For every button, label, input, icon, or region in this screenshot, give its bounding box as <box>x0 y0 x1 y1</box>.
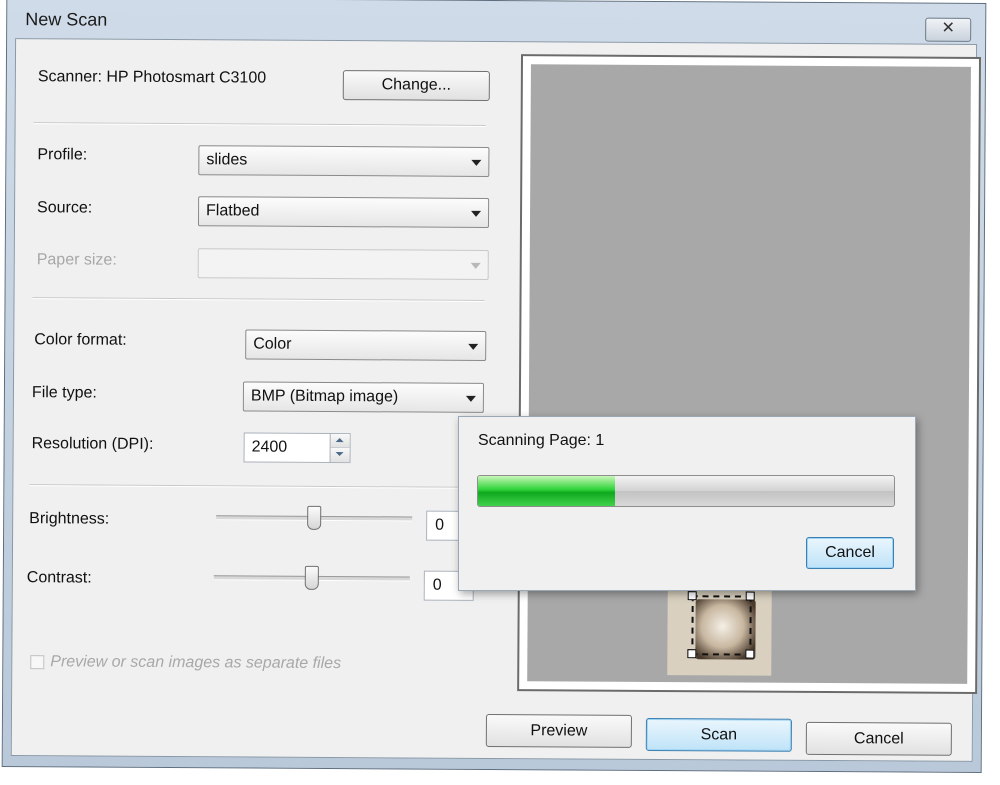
paper-size-label: Paper size: <box>36 251 117 269</box>
brightness-slider-thumb[interactable] <box>307 505 322 530</box>
resize-handle[interactable] <box>687 649 697 659</box>
resolution-label: Resolution (DPI): <box>31 435 154 453</box>
progress-cancel-button[interactable]: Cancel <box>806 537 894 569</box>
title-bar[interactable]: New Scan ✕ <box>7 0 985 44</box>
resize-handle[interactable] <box>745 591 755 601</box>
source-label: Source: <box>37 199 93 217</box>
separate-files-checkbox <box>30 655 45 670</box>
profile-dropdown[interactable]: slides <box>198 145 490 177</box>
paper-size-dropdown <box>197 248 489 280</box>
contrast-slider-thumb[interactable] <box>304 565 319 590</box>
spin-down-icon[interactable] <box>329 447 350 463</box>
resize-handle[interactable] <box>687 591 697 601</box>
chevron-down-icon <box>471 210 482 217</box>
color-format-label: Color format: <box>34 331 127 349</box>
separator <box>29 484 484 489</box>
close-icon: ✕ <box>941 19 955 37</box>
scanned-thumbnail <box>667 585 772 676</box>
preview-button[interactable]: Preview <box>485 713 632 748</box>
chevron-down-icon <box>468 343 479 350</box>
profile-value: slides <box>206 151 248 169</box>
cancel-button[interactable]: Cancel <box>805 721 952 756</box>
selection-box[interactable] <box>691 595 752 656</box>
source-value: Flatbed <box>206 202 260 220</box>
scanner-label: Scanner: HP Photosmart C3100 <box>37 68 267 87</box>
separator <box>33 122 486 127</box>
color-format-dropdown[interactable]: Color <box>245 329 487 361</box>
chevron-down-icon <box>465 395 476 402</box>
file-type-dropdown[interactable]: BMP (Bitmap image) <box>242 381 485 413</box>
resize-handle[interactable] <box>745 649 755 659</box>
dialog-body: Scanner: HP Photosmart C3100 Change... P… <box>10 38 982 762</box>
scanning-progress-dialog: Scanning Page: 1 Cancel <box>458 416 916 591</box>
resolution-spinner[interactable]: 2400 <box>243 432 351 464</box>
progress-bar-fill <box>478 476 616 506</box>
file-type-value: BMP (Bitmap image) <box>250 387 399 406</box>
scanning-status-text: Scanning Page: 1 <box>478 432 605 449</box>
change-scanner-button[interactable]: Change... <box>342 70 490 101</box>
color-format-value: Color <box>253 335 292 353</box>
new-scan-window: New Scan ✕ Scanner: HP Photosmart C3100 … <box>1 0 987 773</box>
brightness-label: Brightness: <box>29 510 110 528</box>
brightness-value: 0 <box>435 516 445 534</box>
profile-label: Profile: <box>37 146 88 164</box>
file-type-label: File type: <box>31 384 97 402</box>
separate-files-label: Preview or scan images as separate files <box>50 653 342 673</box>
contrast-value: 0 <box>432 576 442 594</box>
contrast-label: Contrast: <box>26 569 92 587</box>
progress-bar <box>477 475 895 507</box>
preview-frame <box>517 54 982 694</box>
source-dropdown[interactable]: Flatbed <box>197 196 490 228</box>
close-button[interactable]: ✕ <box>925 17 972 42</box>
separator <box>32 297 485 302</box>
scan-button[interactable]: Scan <box>645 717 792 752</box>
chevron-down-icon <box>470 262 481 269</box>
resolution-value: 2400 <box>251 438 288 456</box>
chevron-down-icon <box>471 159 482 166</box>
spin-up-icon[interactable] <box>329 433 350 449</box>
window-title: New Scan <box>25 9 108 30</box>
